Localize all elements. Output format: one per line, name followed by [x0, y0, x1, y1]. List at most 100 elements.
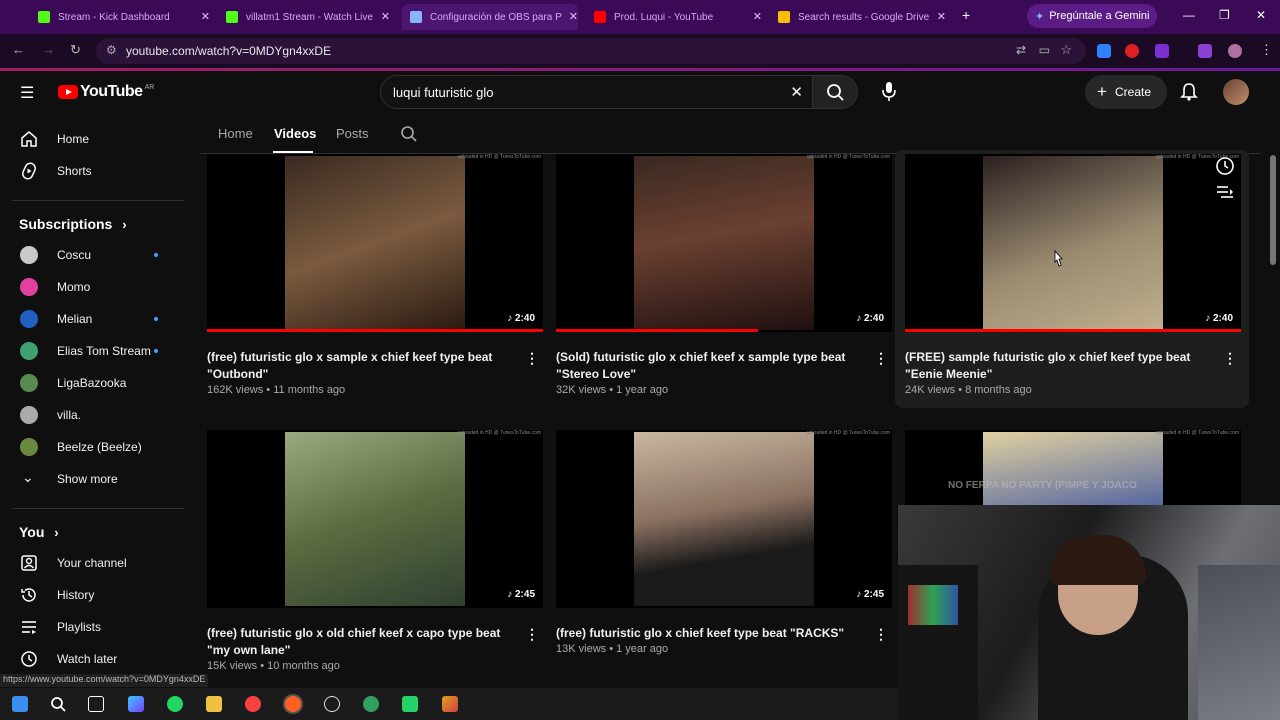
- spotify-icon[interactable]: [167, 696, 183, 712]
- notifications-bell-icon[interactable]: [1180, 81, 1198, 101]
- minimize-icon[interactable]: —: [1183, 8, 1195, 22]
- whatsapp-icon[interactable]: [402, 696, 418, 712]
- channel-avatar: [20, 310, 38, 328]
- task-view-icon[interactable]: [88, 696, 104, 712]
- sidebar-item-subscription[interactable]: Melian: [0, 303, 184, 335]
- youtube-logo[interactable]: YouTube AR: [58, 83, 154, 101]
- video-meta: 15K views • 10 months ago: [207, 660, 340, 672]
- video-title[interactable]: (free) futuristic glo x sample x chief k…: [207, 349, 517, 383]
- tab-posts[interactable]: Posts: [336, 126, 369, 141]
- sidebar-item-playlists[interactable]: Playlists: [0, 611, 184, 643]
- mouse-cursor: [1054, 250, 1063, 267]
- clear-search-icon[interactable]: ✕: [790, 83, 803, 101]
- windows-start-icon[interactable]: [12, 696, 28, 712]
- cast-icon[interactable]: ▭: [1039, 43, 1050, 57]
- site-info-icon[interactable]: ⚙: [106, 43, 117, 57]
- video-title[interactable]: (free) futuristic glo x old chief keef x…: [207, 625, 517, 659]
- sidebar-item-subscription[interactable]: Elias Tom Stream: [0, 335, 184, 367]
- add-to-queue-icon[interactable]: [1216, 184, 1234, 200]
- sidebar-item-your-channel[interactable]: Your channel: [0, 547, 184, 579]
- extension-icon[interactable]: [1097, 44, 1111, 58]
- browser-tab-kick-watch[interactable]: villatm1 Stream - Watch Live ✕: [218, 4, 390, 30]
- file-explorer-icon[interactable]: [206, 696, 222, 712]
- create-button[interactable]: + Create: [1085, 75, 1167, 109]
- chevron-right-icon: ›: [122, 217, 127, 232]
- show-more-button[interactable]: ⌄ Show more: [0, 463, 184, 495]
- media-icon[interactable]: [1198, 44, 1212, 58]
- chrome-profile-icon[interactable]: [285, 696, 301, 712]
- translate-icon[interactable]: ⇄: [1016, 43, 1026, 57]
- record-extension-icon[interactable]: [1125, 44, 1139, 58]
- bookmark-star-icon[interactable]: ☆: [1060, 42, 1072, 58]
- account-avatar[interactable]: [1223, 79, 1249, 105]
- chrome-icon[interactable]: [245, 696, 261, 712]
- video-thumbnail[interactable]: uploaded in HD @ TunesToTube.com ♪ 2:40: [905, 154, 1241, 332]
- more-actions-icon[interactable]: ⋮: [525, 350, 539, 367]
- search-icon[interactable]: [50, 696, 66, 712]
- sidebar-item-home[interactable]: Home: [0, 123, 184, 155]
- copilot-icon[interactable]: [128, 696, 144, 712]
- browser-tab-obs-config[interactable]: Configuración de OBS para P ✕: [402, 4, 578, 30]
- more-actions-icon[interactable]: ⋮: [874, 626, 888, 643]
- search-button[interactable]: [812, 75, 858, 109]
- you-header[interactable]: You ›: [19, 524, 59, 540]
- more-actions-icon[interactable]: ⋮: [525, 626, 539, 643]
- video-thumbnail[interactable]: uploaded in HD @ TunesToTube.com ♪ 2:40: [207, 154, 543, 332]
- forward-icon[interactable]: →: [42, 42, 55, 57]
- kick-icon: [226, 11, 238, 23]
- voice-search-icon[interactable]: [880, 80, 898, 102]
- channel-search-icon[interactable]: [400, 125, 418, 143]
- video-title[interactable]: (FREE) sample futuristic glo x chief kee…: [905, 349, 1215, 383]
- browser-toolbar: ← → ↻ ⚙ youtube.com/watch?v=0MDYgn4xxDE …: [0, 34, 1280, 68]
- pc-case: [898, 565, 978, 720]
- sidebar-item-subscription[interactable]: Coscu: [0, 239, 184, 271]
- address-bar[interactable]: ⚙ youtube.com/watch?v=0MDYgn4xxDE ⇄ ▭ ☆: [96, 38, 1086, 64]
- more-actions-icon[interactable]: ⋮: [874, 350, 888, 367]
- close-tab-icon[interactable]: ✕: [937, 10, 946, 23]
- video-title[interactable]: (Sold) futuristic glo x chief keef x sam…: [556, 349, 866, 383]
- video-title[interactable]: (free) futuristic glo x chief keef type …: [556, 625, 866, 642]
- sidebar-item-history[interactable]: History: [0, 579, 184, 611]
- browser-tab-google-drive[interactable]: Search results - Google Drive ✕: [770, 4, 946, 30]
- sidebar-item-watch-later[interactable]: Watch later: [0, 643, 184, 675]
- subscriptions-header[interactable]: Subscriptions ›: [19, 216, 127, 232]
- menu-dots-icon[interactable]: ⋮: [1260, 42, 1273, 58]
- sidebar-item-subscription[interactable]: LigaBazooka: [0, 367, 184, 399]
- channel-avatar: [20, 374, 38, 392]
- close-tab-icon[interactable]: ✕: [753, 10, 762, 23]
- tab-videos[interactable]: Videos: [274, 126, 316, 141]
- extension-icon[interactable]: [1155, 44, 1169, 58]
- close-tab-icon[interactable]: ✕: [381, 10, 390, 23]
- xbox-icon[interactable]: [363, 696, 379, 712]
- close-tab-icon[interactable]: ✕: [569, 10, 578, 23]
- watch-later-clock-icon[interactable]: [1215, 156, 1235, 176]
- back-icon[interactable]: ←: [12, 42, 25, 57]
- video-meta: 24K views • 8 months ago: [905, 384, 1032, 396]
- browser-tab-kick-dashboard[interactable]: Stream - Kick Dashboard ✕: [30, 4, 210, 30]
- sidebar-item-shorts[interactable]: Shorts: [0, 155, 184, 187]
- video-thumbnail[interactable]: uploaded in HD @ TunesToTube.com ♪ 2:40: [556, 154, 892, 332]
- restore-icon[interactable]: ❐: [1219, 8, 1230, 22]
- hamburger-menu-icon[interactable]: ☰: [20, 83, 34, 103]
- page-scrollbar[interactable]: [1270, 155, 1276, 265]
- close-window-icon[interactable]: ✕: [1256, 8, 1266, 22]
- tab-home[interactable]: Home: [218, 126, 253, 141]
- profile-avatar[interactable]: [1228, 44, 1242, 58]
- sidebar-item-subscription[interactable]: Momo: [0, 271, 184, 303]
- video-thumbnail[interactable]: uploaded in HD @ TunesToTube.com ♪ 2:45: [207, 430, 543, 608]
- video-thumbnail[interactable]: uploaded in HD @ TunesToTube.com ♪ 2:45: [556, 430, 892, 608]
- close-tab-icon[interactable]: ✕: [201, 10, 210, 23]
- plus-icon: +: [1097, 82, 1107, 101]
- browser-tab-youtube[interactable]: Prod. Luqui - YouTube ✕: [586, 4, 762, 30]
- more-actions-icon[interactable]: ⋮: [1223, 350, 1237, 367]
- sidebar-item-subscription[interactable]: villa.: [0, 399, 184, 431]
- sidebar-item-subscription[interactable]: Beelze (Beelze): [0, 431, 184, 463]
- ask-gemini-button[interactable]: ✦ Pregúntale a Gemini: [1027, 4, 1157, 28]
- app-icon[interactable]: [442, 696, 458, 712]
- obs-icon[interactable]: [324, 696, 340, 712]
- duration-badge: ♪ 2:45: [856, 589, 884, 600]
- sidebar-divider: [12, 508, 184, 509]
- reload-icon[interactable]: ↻: [70, 42, 81, 58]
- new-tab-button[interactable]: +: [962, 7, 970, 23]
- search-input[interactable]: luqui futuristic glo ✕: [380, 75, 820, 109]
